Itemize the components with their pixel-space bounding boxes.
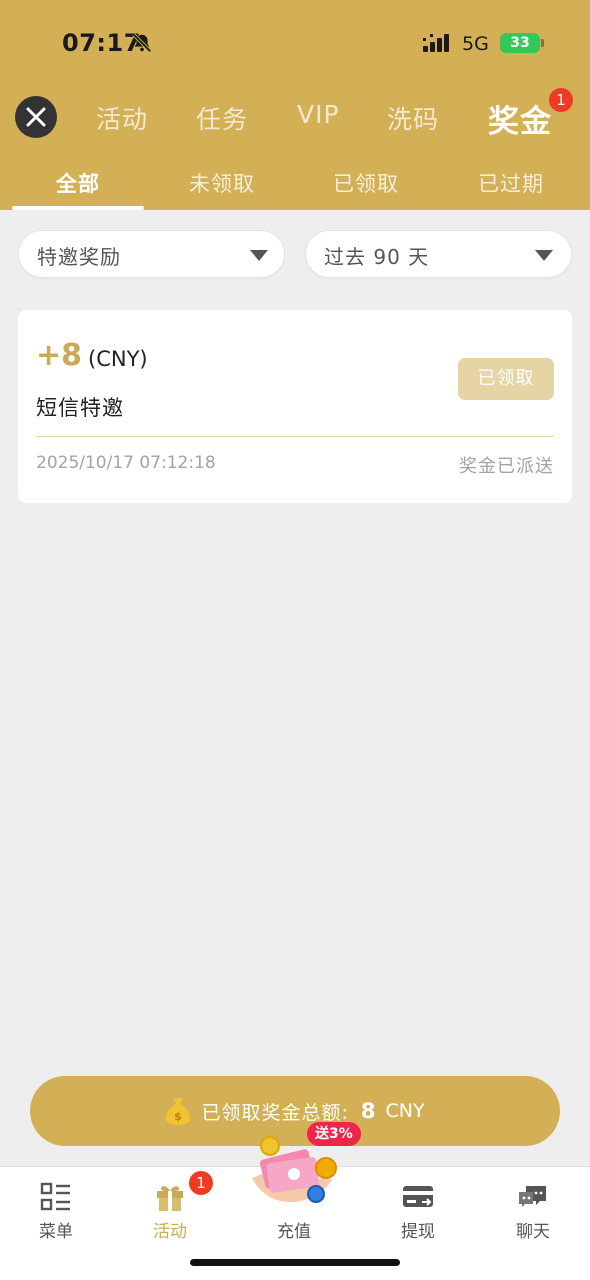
tab-vip[interactable]: VIP [297,100,340,129]
tab-activities[interactable]: 活动 [96,100,148,136]
withdraw-card-icon [403,1186,433,1207]
chevron-down-icon [250,250,268,261]
battery-level: 33 [510,35,530,51]
nav-chat-label: 聊天 [516,1222,550,1242]
header: 07:17 5G 33 活动 任务 VIP 洗码 奖金 1 全部 未领取 已领取… [0,0,590,210]
nav-activities-label: 活动 [153,1222,187,1242]
nav-deposit-label: 充值 [277,1222,311,1242]
bell-muted-icon [132,33,152,53]
close-button[interactable] [15,96,57,138]
active-subtab-indicator [12,206,144,210]
svg-text:$: $ [175,1110,183,1123]
claimed-button[interactable]: 已领取 [458,358,554,400]
nav-withdraw-label: 提现 [401,1222,435,1242]
bonus-type-value: 特邀奖励 [37,245,121,269]
period-select[interactable]: 过去 90 天 [305,230,572,278]
subtab-all[interactable]: 全部 [56,168,100,198]
chat-icon [519,1186,546,1207]
bonus-status: 奖金已派送 [459,456,554,477]
deposit-promo-badge: 送3% [307,1122,361,1146]
tab-tasks[interactable]: 任务 [196,100,248,136]
subtab-claimed[interactable]: 已领取 [333,168,399,198]
home-indicator [190,1259,400,1266]
claimed-total-currency: CNY [385,1100,425,1122]
nav-activities-badge: 1 [189,1171,213,1195]
claimed-total-label: 已领取奖金总额: [201,1101,349,1124]
card-divider [36,436,554,437]
battery-icon: 33 [500,33,544,53]
nav-menu[interactable]: 菜单 [6,1167,106,1247]
bonus-datetime: 2025/10/17 07:12:18 [36,453,216,473]
bonus-name: 短信特邀 [36,396,124,420]
gift-icon [157,1186,183,1211]
money-bag-icon: $ [166,1098,191,1125]
cellular-signal-icon [423,34,449,52]
claimed-total-value: 8 [360,1099,376,1123]
nav-menu-label: 菜单 [39,1222,73,1242]
network-type: 5G [462,33,489,55]
subtab-unclaimed[interactable]: 未领取 [189,168,255,198]
subtab-expired[interactable]: 已过期 [478,168,544,198]
status-bar: 07:17 5G 33 [0,0,590,88]
period-value: 过去 90 天 [324,245,430,269]
bonus-currency: (CNY) [88,347,148,371]
nav-chat[interactable]: 聊天 [483,1167,583,1247]
chevron-down-icon [535,250,553,261]
tab-rebate[interactable]: 洗码 [387,100,439,136]
close-icon [26,107,46,127]
bonus-amount: +8 [36,338,83,373]
nav-withdraw[interactable]: 提现 [368,1167,468,1247]
status-time: 07:17 [62,29,141,57]
tab-bonus-badge: 1 [549,88,573,112]
menu-icon [40,1182,70,1211]
bonus-type-select[interactable]: 特邀奖励 [18,230,285,278]
bonus-record-card: +8 (CNY) 短信特邀 已领取 2025/10/17 07:12:18 奖金… [18,310,572,503]
tab-bonus[interactable]: 奖金 [488,96,552,141]
